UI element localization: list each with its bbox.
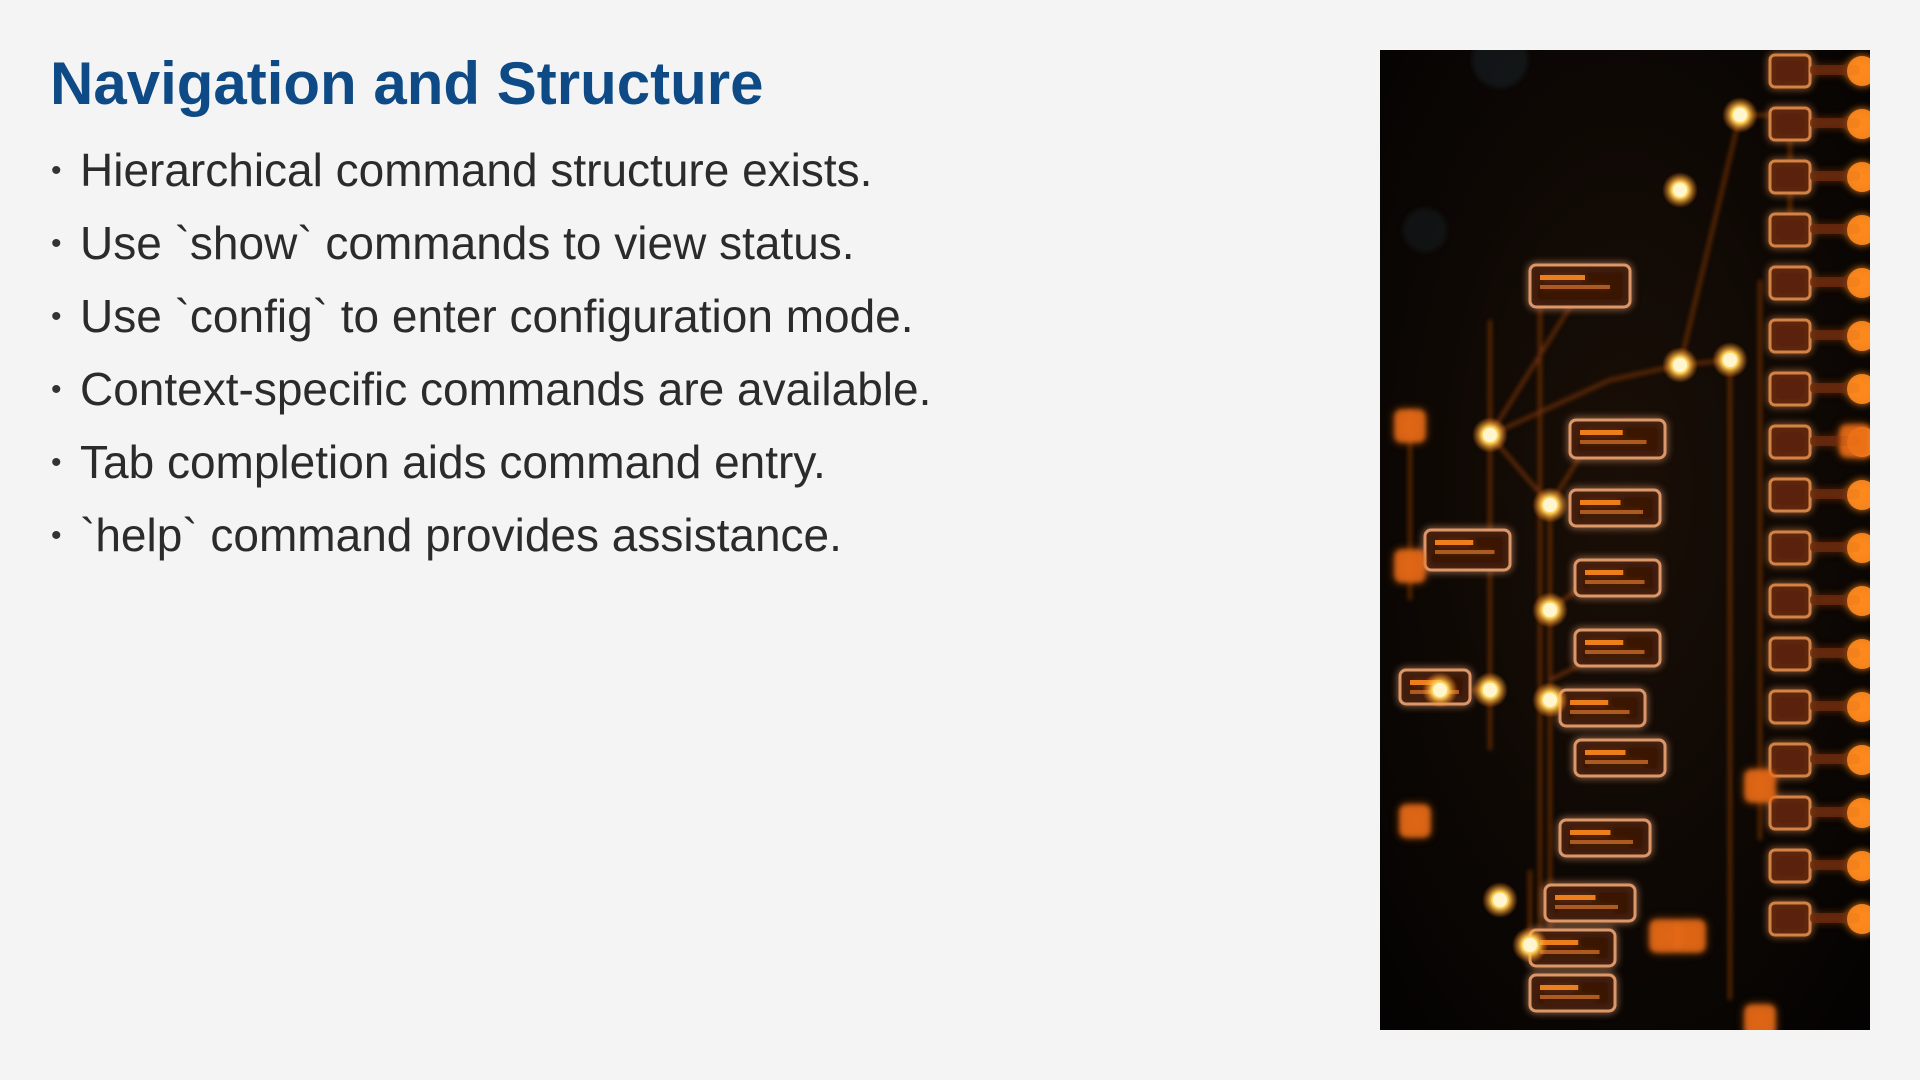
- command-node-text-line: [1540, 285, 1610, 289]
- leaf-node-box: [1768, 53, 1812, 89]
- leaf-node-box: [1768, 212, 1812, 248]
- command-node-box: [1573, 558, 1662, 598]
- command-node-text-line: [1570, 710, 1630, 714]
- bullet-item: • Tab completion aids command entry.: [50, 438, 950, 486]
- command-node-text-line: [1555, 895, 1596, 900]
- small-chip: [1745, 770, 1775, 802]
- command-node-text-line: [1540, 985, 1579, 990]
- slide-title: Navigation and Structure: [50, 50, 764, 117]
- glow-node-core: [1723, 353, 1737, 367]
- command-node-box: [1573, 628, 1662, 668]
- glow-node-core: [1673, 183, 1687, 197]
- command-node-text-line: [1585, 650, 1645, 654]
- bullet-list: • Hierarchical command structure exists. …: [50, 146, 950, 584]
- command-node-box: [1568, 488, 1662, 528]
- leaf-node-box: [1768, 159, 1812, 195]
- glow-node-core: [1433, 683, 1447, 697]
- glow-node-core: [1493, 893, 1507, 907]
- command-node-text-line: [1435, 550, 1495, 554]
- bullet-text: Use `show` commands to view status.: [80, 217, 855, 269]
- small-chip: [1400, 805, 1430, 837]
- leaf-node-box: [1768, 530, 1812, 566]
- bullet-item: • Context-specific commands are available…: [50, 365, 950, 413]
- bullet-text: `help` command provides assistance.: [80, 509, 842, 561]
- glow-node-core: [1543, 498, 1557, 512]
- command-node-text-line: [1540, 950, 1600, 954]
- bullet-dot-icon: •: [51, 300, 62, 333]
- bullet-text: Tab completion aids command entry.: [80, 436, 826, 488]
- glow-node-core: [1543, 693, 1557, 707]
- glow-node-core: [1673, 358, 1687, 372]
- command-node-text-line: [1570, 700, 1609, 705]
- bullet-dot-icon: •: [51, 446, 62, 479]
- leaf-node-box: [1768, 424, 1812, 460]
- command-node-box: [1543, 883, 1637, 923]
- command-node-text-line: [1585, 750, 1626, 755]
- command-node-box: [1558, 688, 1647, 728]
- leaf-node-box: [1768, 795, 1812, 831]
- command-node-text-line: [1570, 840, 1633, 844]
- bullet-item: • Hierarchical command structure exists.: [50, 146, 950, 194]
- bullet-item: • Use `config` to enter configuration mod…: [50, 292, 950, 340]
- leaf-node-box: [1768, 318, 1812, 354]
- command-node-box: [1528, 973, 1617, 1013]
- command-node-text-line: [1580, 500, 1621, 505]
- glow-node-core: [1733, 108, 1747, 122]
- leaf-node-box: [1768, 742, 1812, 778]
- small-chip: [1675, 920, 1705, 952]
- bullet-text: Use `config` to enter configuration mode…: [80, 290, 914, 342]
- command-node-text-line: [1585, 570, 1624, 575]
- small-chip: [1395, 550, 1425, 582]
- bullet-dot-icon: •: [51, 227, 62, 260]
- glow-node-core: [1543, 603, 1557, 617]
- bullet-dot-icon: •: [51, 373, 62, 406]
- small-chip: [1745, 1005, 1775, 1030]
- leaf-node-box: [1768, 636, 1812, 672]
- bullet-item: • Use `show` commands to view status.: [50, 219, 950, 267]
- command-node-text-line: [1580, 440, 1647, 444]
- bullet-text: Hierarchical command structure exists.: [80, 144, 873, 196]
- command-node-text-line: [1540, 275, 1585, 280]
- leaf-node-box: [1768, 477, 1812, 513]
- glow-node-core: [1483, 428, 1497, 442]
- leaf-node-box: [1768, 106, 1812, 142]
- command-node-box: [1573, 738, 1667, 778]
- glow-node-core: [1523, 938, 1537, 952]
- bullet-dot-icon: •: [51, 154, 62, 187]
- leaf-node-box: [1768, 848, 1812, 884]
- command-node-text-line: [1585, 640, 1624, 645]
- command-node-text-line: [1585, 760, 1648, 764]
- bullet-text: Context-specific commands are available.: [80, 363, 932, 415]
- command-node-text-line: [1580, 430, 1623, 435]
- command-node-box: [1568, 418, 1667, 460]
- bullet-dot-icon: •: [51, 519, 62, 552]
- command-node-text-line: [1555, 905, 1618, 909]
- leaf-node-box: [1768, 371, 1812, 407]
- glowing-circuit-tree-image: [1380, 50, 1870, 1030]
- leaf-node-box: [1768, 583, 1812, 619]
- command-tree-illustration: [1380, 50, 1870, 1030]
- command-node-text-line: [1435, 540, 1474, 545]
- command-node-text-line: [1540, 995, 1600, 999]
- command-node-text-line: [1585, 580, 1645, 584]
- command-node-box: [1558, 818, 1652, 858]
- command-node-text-line: [1570, 830, 1611, 835]
- leaf-node-box: [1768, 901, 1812, 937]
- glow-node-core: [1483, 683, 1497, 697]
- leaf-node-box: [1768, 689, 1812, 725]
- bullet-item: • `help` command provides assistance.: [50, 511, 950, 559]
- small-chip: [1840, 425, 1870, 457]
- command-node-text-line: [1580, 510, 1643, 514]
- small-chip: [1395, 410, 1425, 442]
- leaf-node-box: [1768, 265, 1812, 301]
